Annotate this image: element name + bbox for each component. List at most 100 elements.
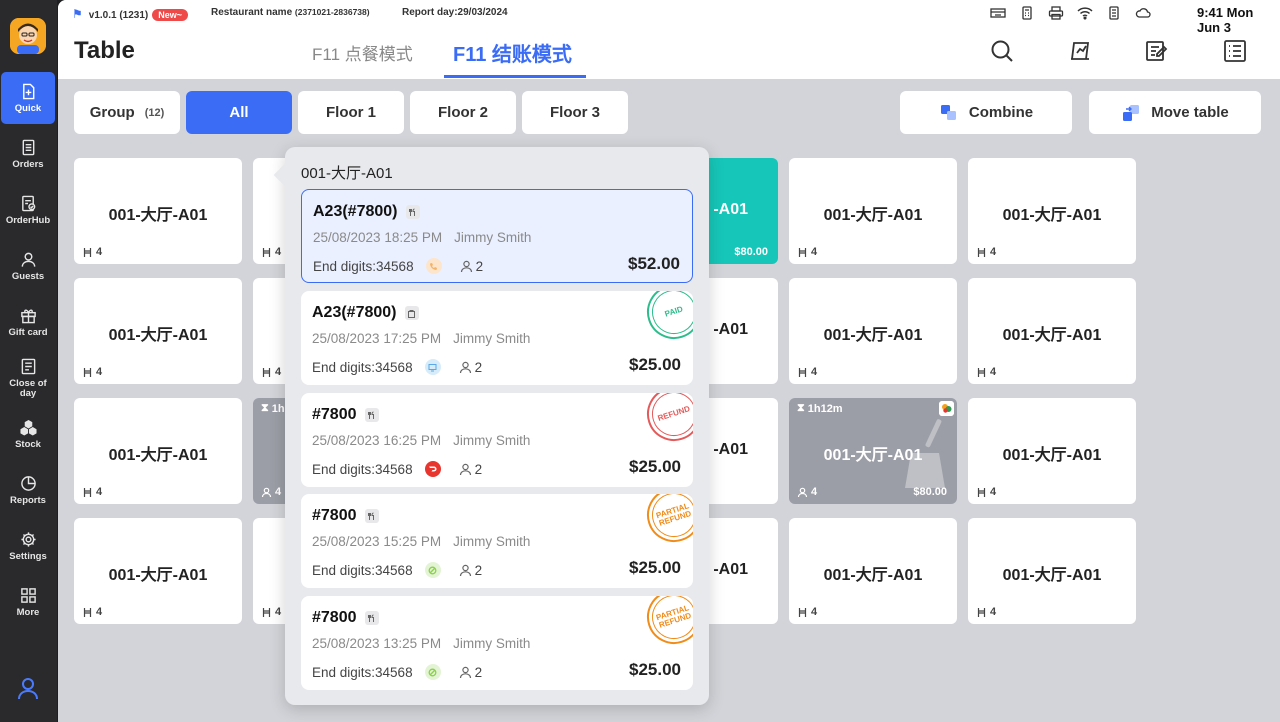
- phone-order-icon: [425, 258, 442, 274]
- sidebar-item-gift-card[interactable]: Gift card: [1, 296, 55, 348]
- partial-refund-stamp: PARTIAL REFUND: [639, 596, 693, 652]
- filter-floor-2-button[interactable]: Floor 2: [410, 91, 516, 134]
- sidebar-item-label: Stock: [15, 438, 41, 450]
- table-card[interactable]: 001-大厅-A01 4: [74, 398, 242, 504]
- active-tab-indicator: [444, 75, 586, 78]
- sidebar-item-close-of-day[interactable]: Close of day: [1, 352, 55, 404]
- sidebar-item-settings[interactable]: Settings: [1, 520, 55, 572]
- chair-icon: [798, 247, 807, 257]
- chair-icon: [977, 247, 986, 257]
- cash-drawer-icon: [990, 8, 1006, 18]
- system-status-icons: [990, 6, 1151, 20]
- move-table-button[interactable]: Move table: [1089, 91, 1261, 134]
- table-card[interactable]: 001-大厅-A01 4: [968, 398, 1136, 504]
- hourglass-icon: ⧗: [797, 402, 805, 414]
- orderhub-icon: [21, 195, 35, 211]
- table-card-occupied[interactable]: ⧗ 1h12m 001-大厅-A01 4 $80.00: [789, 398, 957, 504]
- printer-icon: [1048, 6, 1064, 20]
- cloud-icon: [1135, 8, 1151, 18]
- order-item[interactable]: #7800 25/08/2023 16:25 PM Jimmy Smith End…: [301, 393, 693, 487]
- order-item[interactable]: #7800 25/08/2023 13:25 PM Jimmy Smith End…: [301, 596, 693, 690]
- table-card[interactable]: 001-大厅-A01 4: [968, 518, 1136, 624]
- user-profile-icon[interactable]: [16, 676, 40, 700]
- sd-card-icon: [1109, 6, 1119, 20]
- table-card[interactable]: 001-大厅-A01 4: [789, 158, 957, 264]
- move-table-icon: [1123, 104, 1140, 121]
- chair-icon: [83, 247, 92, 257]
- tab-checkout-mode[interactable]: F11 结账模式: [453, 38, 572, 67]
- search-icon[interactable]: [989, 38, 1015, 64]
- chair-icon: [262, 607, 271, 617]
- sidebar-item-label: Quick: [14, 102, 42, 114]
- list-icon[interactable]: [1222, 38, 1248, 64]
- online-order-icon: [424, 562, 441, 578]
- chair-icon: [798, 607, 807, 617]
- sidebar-item-quick[interactable]: Quick: [1, 72, 55, 124]
- table-orders-popup: 001-大厅-A01 A23(#7800) 25/08/2023 18:25 P…: [273, 147, 709, 705]
- chair-icon: [977, 607, 986, 617]
- drawer-open-icon[interactable]: [1067, 38, 1093, 64]
- person-icon: [459, 666, 471, 678]
- reports-icon: [20, 475, 36, 491]
- clock: 9:41 Mon Jun 3: [1197, 5, 1254, 35]
- app-version: ⚑ v1.0.1 (1231) New~: [72, 7, 189, 21]
- gift-icon: [20, 308, 36, 323]
- dine-in-icon: [364, 611, 379, 625]
- table-card[interactable]: 001-大厅-A01 4: [74, 278, 242, 384]
- sidebar-item-label: Reports: [10, 494, 46, 506]
- tab-order-mode[interactable]: F11 点餐模式: [312, 40, 413, 65]
- sidebar-item-orderhub[interactable]: OrderHub: [1, 184, 55, 236]
- order-item[interactable]: A23(#7800) 25/08/2023 18:25 PM Jimmy Smit…: [301, 189, 693, 283]
- sidebar-item-label: Gift card: [8, 326, 48, 338]
- sidebar-item-label: Orders: [12, 158, 44, 170]
- chair-icon: [262, 367, 271, 377]
- order-item[interactable]: #7800 25/08/2023 15:25 PM Jimmy Smith End…: [301, 494, 693, 588]
- filter-floor-1-button[interactable]: Floor 1: [298, 91, 404, 134]
- chair-icon: [83, 367, 92, 377]
- combine-icon: [940, 104, 956, 120]
- online-order-icon: [424, 664, 441, 680]
- paid-stamp: PAID: [639, 291, 693, 347]
- doordash-icon: [424, 461, 441, 477]
- chair-icon: [977, 367, 986, 377]
- filter-floor-3-button[interactable]: Floor 3: [522, 91, 628, 134]
- order-item[interactable]: A23(#7800) 25/08/2023 17:25 PM Jimmy Smit…: [301, 291, 693, 385]
- dine-in-icon: [364, 509, 379, 523]
- hourglass-icon: ⧗: [261, 402, 269, 414]
- top-bar: ⚑ v1.0.1 (1231) New~ Restaurant name (2371…: [58, 0, 1280, 79]
- person-icon: [459, 463, 471, 475]
- sidebar-item-label: OrderHub: [5, 214, 51, 226]
- sidebar-item-reports[interactable]: Reports: [1, 464, 55, 516]
- guests-icon: [21, 252, 35, 267]
- new-badge[interactable]: New~: [152, 9, 189, 21]
- refund-stamp: REFUND: [639, 393, 693, 449]
- popup-title: 001-大厅-A01: [301, 165, 393, 182]
- person-icon: [261, 487, 272, 497]
- chair-icon: [798, 367, 807, 377]
- sidebar-item-label: Guests: [11, 270, 45, 282]
- chair-icon: [83, 487, 92, 497]
- sidebar-item-guests[interactable]: Guests: [1, 240, 55, 292]
- table-card[interactable]: 001-大厅-A01 4: [789, 278, 957, 384]
- table-card[interactable]: 001-大厅-A01 4: [789, 518, 957, 624]
- combine-button[interactable]: Combine: [900, 91, 1072, 134]
- avatar-logo[interactable]: [10, 18, 46, 54]
- table-card[interactable]: 001-大厅-A01 4: [968, 278, 1136, 384]
- filter-all-button[interactable]: All: [186, 91, 292, 134]
- sidebar-item-label: Settings: [9, 550, 47, 562]
- group-filter-button[interactable]: Group (12): [74, 91, 180, 134]
- person-icon: [459, 361, 471, 373]
- chair-icon: [262, 247, 271, 257]
- page-title: Table: [74, 37, 135, 64]
- table-card[interactable]: 001-大厅-A01 4: [74, 518, 242, 624]
- kiosk-order-icon: [424, 359, 441, 375]
- edit-note-icon[interactable]: [1144, 38, 1170, 64]
- table-card[interactable]: 001-大厅-A01 4: [74, 158, 242, 264]
- takeout-icon: [404, 306, 419, 320]
- sidebar-item-orders[interactable]: Orders: [1, 128, 55, 180]
- table-card[interactable]: 001-大厅-A01 4: [968, 158, 1136, 264]
- sidebar-item-more[interactable]: More: [1, 576, 55, 628]
- sidebar-item-stock[interactable]: Stock: [1, 408, 55, 460]
- person-icon: [797, 487, 808, 497]
- delivery-app-icon: [939, 401, 954, 416]
